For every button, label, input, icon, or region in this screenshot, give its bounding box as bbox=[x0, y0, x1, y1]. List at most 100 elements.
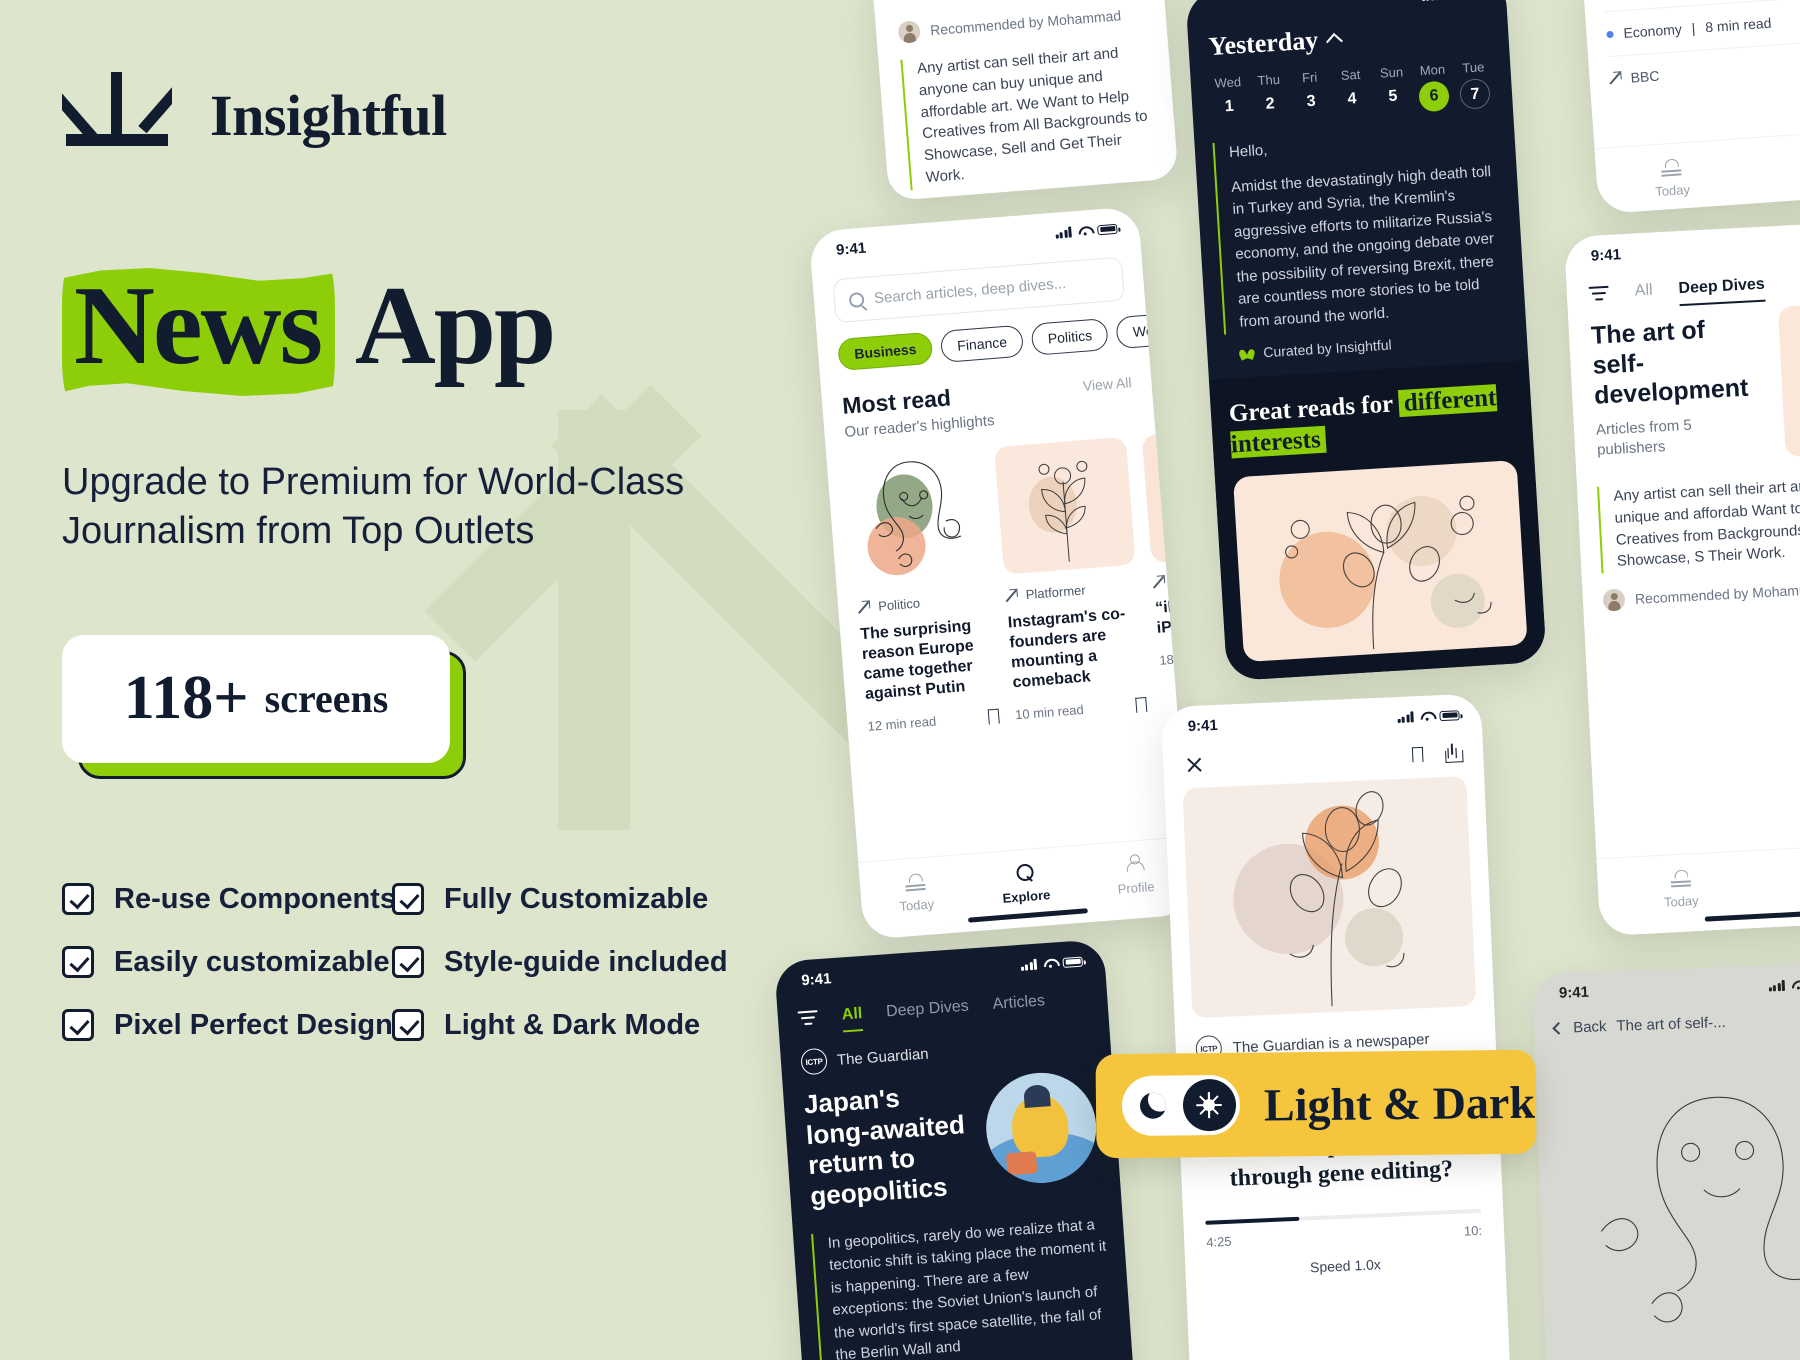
sun-half[interactable] bbox=[1182, 1078, 1237, 1132]
date-cell[interactable]: Sat 4 bbox=[1333, 66, 1370, 117]
battery-icon bbox=[1062, 956, 1084, 968]
read-time: 12 min read bbox=[867, 713, 937, 734]
article-dark-phone: 9:41 All Deep Dives Articles ICTP The Gu… bbox=[774, 939, 1136, 1360]
close-icon[interactable] bbox=[1185, 755, 1204, 774]
day-of-week: Fri bbox=[1301, 69, 1318, 86]
category-row: Economy | 8 min read bbox=[1606, 8, 1800, 42]
quote-text: Any artist can sell their art and can bu… bbox=[1597, 471, 1800, 574]
status-time: 9:41 bbox=[835, 239, 867, 259]
source-row[interactable]: BBC bbox=[1609, 53, 1800, 87]
greeting: Hello, bbox=[1228, 141, 1268, 162]
day-number: 6 bbox=[1418, 80, 1450, 113]
day-of-week: Tue bbox=[1461, 59, 1485, 76]
tab-today[interactable]: Today bbox=[1645, 865, 1717, 911]
avatar bbox=[897, 20, 922, 44]
date-cell[interactable]: Sun 5 bbox=[1374, 64, 1411, 115]
badge-surface: 118+ screens bbox=[62, 634, 450, 763]
feature-item: Style-guide included bbox=[392, 946, 728, 979]
signal-icon bbox=[1055, 226, 1072, 239]
bookmark-icon[interactable] bbox=[1135, 696, 1148, 713]
status-bar: 9:41 bbox=[809, 206, 1141, 265]
day-of-week: Sat bbox=[1340, 66, 1361, 84]
progress-bar[interactable] bbox=[1205, 1208, 1482, 1225]
newsletter-body: Hello, Amidst the devastatingly high dea… bbox=[1212, 125, 1508, 335]
date-cell[interactable]: Fri 3 bbox=[1292, 69, 1329, 120]
feature-item: Pixel Perfect Design bbox=[62, 1009, 393, 1042]
bookmark-icon[interactable] bbox=[1411, 746, 1424, 763]
status-time: 9:41 bbox=[800, 970, 832, 990]
recommended-by-label: Recommended by Mohammad bbox=[929, 7, 1122, 39]
tab-today[interactable]: Today bbox=[1635, 154, 1708, 201]
search-placeholder: Search articles, deep dives... bbox=[873, 274, 1067, 307]
theme-toggle[interactable] bbox=[1121, 1074, 1241, 1137]
date-cell[interactable]: Wed 1 bbox=[1210, 74, 1247, 125]
reader-artwork bbox=[1182, 776, 1477, 1019]
signal-icon bbox=[1020, 958, 1038, 971]
tab-all[interactable]: All bbox=[1634, 282, 1653, 301]
filter-icon[interactable] bbox=[1588, 285, 1610, 301]
recommended-by-label: Recommended by Mohammad bbox=[1634, 580, 1800, 607]
home-indicator bbox=[967, 908, 1088, 923]
chip-world[interactable]: World bbox=[1115, 311, 1187, 350]
date-cell-selected[interactable]: Tue 7 bbox=[1456, 59, 1493, 110]
tab-explore[interactable]: Explore bbox=[1785, 143, 1800, 190]
source-label: Politico bbox=[877, 595, 921, 614]
check-icon bbox=[392, 1009, 424, 1042]
bookmark-icon[interactable] bbox=[987, 708, 1000, 725]
back-article-phone: 9:41 Back The art of self-... bbox=[1532, 962, 1800, 1360]
line-art bbox=[1038, 460, 1088, 562]
article-source bbox=[1153, 567, 1194, 589]
share-icon[interactable] bbox=[1445, 743, 1462, 763]
check-icon bbox=[392, 946, 424, 979]
article-card[interactable]: “iPh in h insi iPho 18 m bbox=[1141, 425, 1194, 711]
playback-speed[interactable]: Speed 1.0x bbox=[1207, 1252, 1483, 1280]
battery-icon bbox=[1096, 223, 1118, 235]
tab-label: Today bbox=[1654, 181, 1691, 200]
external-link-icon bbox=[1005, 589, 1018, 602]
time-left: 10: bbox=[1463, 1222, 1483, 1239]
feature-label: Fully Customizable bbox=[444, 882, 709, 915]
article-card[interactable]: Politico The surprising reason Europe ca… bbox=[846, 448, 1000, 734]
date-cell-today[interactable]: Mon 6 bbox=[1415, 61, 1452, 113]
feature-label: Re-use Components bbox=[114, 882, 396, 915]
converging-arrow-logo-icon bbox=[62, 72, 172, 146]
time-elapsed: 4:25 bbox=[1205, 1233, 1232, 1250]
signal-icon bbox=[1397, 711, 1414, 724]
headline-rest: App bbox=[335, 264, 556, 388]
quote-text: Any artist can sell their art and anyone… bbox=[900, 40, 1156, 190]
hero-artwork[interactable] bbox=[1232, 459, 1528, 662]
filter-icon[interactable] bbox=[797, 1010, 819, 1026]
tab-all[interactable]: All bbox=[841, 1005, 863, 1024]
article-card[interactable]: Platformer Instagram's co-founders are m… bbox=[994, 436, 1148, 722]
line-art bbox=[1600, 1096, 1800, 1323]
tab-profile[interactable]: Profile bbox=[1099, 851, 1172, 898]
date-cell[interactable]: Thu 2 bbox=[1251, 71, 1288, 122]
category-label: Economy bbox=[1622, 20, 1683, 41]
great-reads-prefix: Great reads for bbox=[1228, 390, 1400, 428]
tab-today[interactable]: Today bbox=[879, 868, 952, 915]
sunrise-icon bbox=[1670, 866, 1691, 887]
tab-label: Profile bbox=[1117, 878, 1156, 897]
chevron-up-icon bbox=[1325, 32, 1343, 50]
sunrise-icon bbox=[904, 870, 926, 892]
brand-lockup: Insightful bbox=[62, 72, 760, 158]
page-subheading: Articles from 5 publishers bbox=[1595, 416, 1693, 459]
tab-explore[interactable]: Explore bbox=[989, 859, 1062, 906]
chip-climate[interactable]: Climate bbox=[1192, 304, 1194, 344]
newsletter-phone: Yesterday Wed 1 Thu 2 Fri 3 Sat 4 Sun 5 Mon 6 … bbox=[1185, 0, 1547, 682]
light-dark-pill: Light & Dark bbox=[1095, 1049, 1537, 1159]
wifi-icon bbox=[1791, 979, 1800, 990]
day-of-week: Wed bbox=[1214, 74, 1242, 91]
battery-icon bbox=[1439, 709, 1460, 721]
tab-articles[interactable]: Articles bbox=[992, 992, 1046, 1014]
signal-icon bbox=[1768, 979, 1785, 992]
external-link-icon bbox=[1609, 72, 1622, 85]
day-number: 2 bbox=[1265, 95, 1276, 113]
recommended-by-row: Recommended by Mohammad bbox=[897, 3, 1144, 44]
source-label: Platformer bbox=[1025, 582, 1087, 603]
reader-phone: 9:41 ICTP The Guardian is a newspaper th… bbox=[1160, 693, 1512, 1360]
moon-half[interactable] bbox=[1126, 1079, 1180, 1132]
badge-label: screens bbox=[264, 676, 389, 722]
check-icon bbox=[392, 883, 424, 916]
curated-by-row: Curated by Insightful bbox=[1239, 329, 1509, 361]
